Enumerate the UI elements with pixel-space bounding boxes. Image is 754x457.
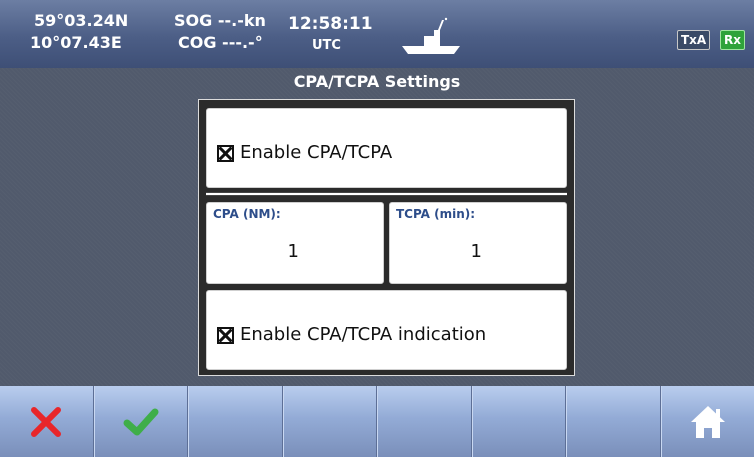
cancel-button[interactable] [0, 386, 94, 457]
toolbar-button-3[interactable] [188, 386, 283, 457]
clock: 12:58:11 [288, 14, 373, 34]
tcpa-value[interactable]: 1 [390, 241, 566, 262]
home-button[interactable] [660, 386, 754, 457]
tx-status-badge: TxA [677, 30, 711, 50]
home-icon [690, 405, 725, 438]
toolbar-button-5[interactable] [377, 386, 472, 457]
tcpa-label: TCPA (min): [396, 207, 476, 221]
enable-cpa-tcpa-panel[interactable]: Enable CPA/TCPA [206, 108, 567, 188]
bottom-toolbar [0, 386, 754, 457]
cancel-icon [31, 406, 62, 437]
status-bar: 59°03.24N 10°07.43E SOG --.-kn COG ---.-… [0, 0, 754, 68]
course-over-ground: COG ---.-° [178, 33, 263, 52]
toolbar-button-6[interactable] [471, 386, 566, 457]
enable-indication-panel[interactable]: Enable CPA/TCPA indication [206, 290, 567, 370]
enable-indication-label: Enable CPA/TCPA indication [240, 324, 487, 345]
checkmark-icon [123, 408, 159, 435]
vessel-icon [402, 17, 460, 54]
cpa-value[interactable]: 1 [207, 241, 383, 262]
speed-over-ground: SOG --.-kn [174, 11, 266, 30]
enable-cpa-tcpa-checkbox[interactable] [217, 144, 234, 162]
latitude: 59°03.24N [34, 11, 129, 30]
toolbar-button-4[interactable] [282, 386, 377, 457]
enable-cpa-tcpa-label: Enable CPA/TCPA [240, 142, 393, 163]
longitude: 10°07.43E [30, 33, 122, 52]
settings-dialog: Enable CPA/TCPA CPA (NM): 1 TCPA (min): … [198, 99, 575, 376]
enable-cpa-tcpa-checkbox-row[interactable]: Enable CPA/TCPA [217, 143, 392, 163]
timezone-label: UTC [312, 38, 341, 53]
divider [206, 192, 567, 196]
confirm-button[interactable] [93, 386, 188, 457]
page-title: CPA/TCPA Settings [293, 72, 461, 91]
rx-status-badge: Rx [720, 30, 745, 50]
enable-indication-checkbox-row[interactable]: Enable CPA/TCPA indication [217, 325, 486, 345]
cpa-field[interactable]: CPA (NM): 1 [206, 202, 384, 284]
tcpa-field[interactable]: TCPA (min): 1 [389, 202, 567, 284]
cpa-label: CPA (NM): [213, 207, 281, 221]
toolbar-button-7[interactable] [566, 386, 661, 457]
enable-indication-checkbox[interactable] [217, 326, 234, 344]
